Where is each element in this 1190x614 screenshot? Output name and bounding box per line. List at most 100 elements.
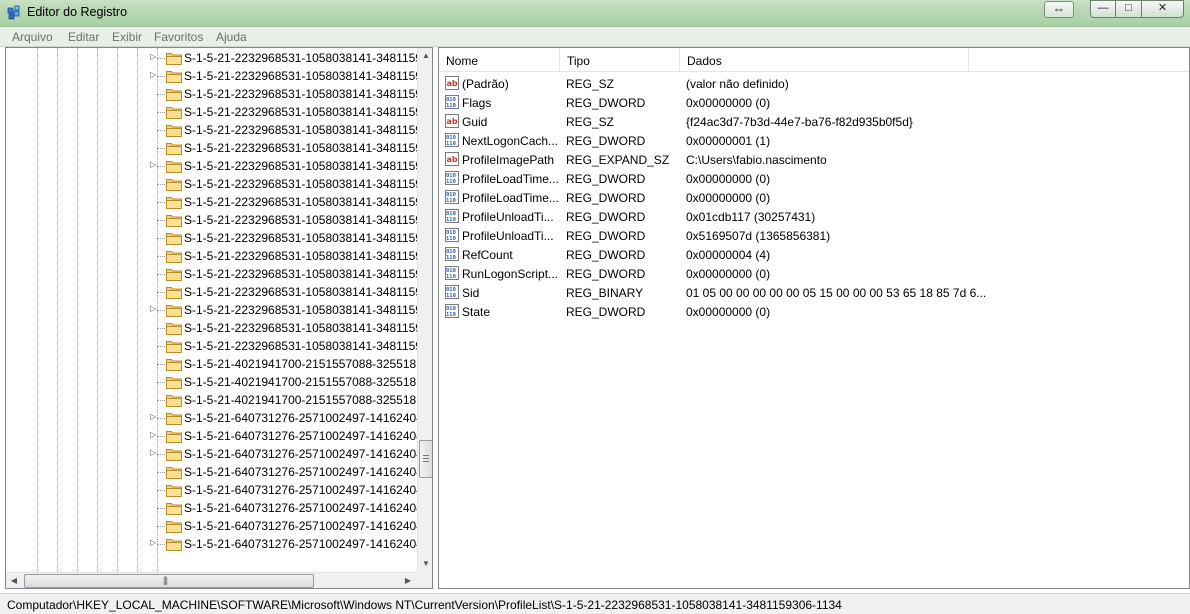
value-type: REG_BINARY: [566, 286, 644, 300]
horizontal-scroll-thumb[interactable]: |||: [24, 574, 314, 588]
tree-item[interactable]: ▷ S-1-5-21-2232968531-1058038141-34811593…: [6, 301, 417, 319]
tree-item-label: S-1-5-21-2232968531-1058038141-348115930: [184, 87, 417, 101]
tree-item-label: S-1-5-21-2232968531-1058038141-348115930: [184, 339, 417, 353]
tree-item[interactable]: S-1-5-21-2232968531-1058038141-348115930: [6, 265, 417, 283]
expand-arrow-icon[interactable]: ▷: [150, 304, 156, 313]
menu-exibir[interactable]: Exibir: [112, 30, 142, 44]
string-value-icon: ab: [445, 76, 459, 90]
tree-item[interactable]: S-1-5-21-2232968531-1058038141-348115930: [6, 247, 417, 265]
tree-horizontal-scrollbar[interactable]: ◀ ||| ▶: [6, 572, 417, 588]
tree-item[interactable]: S-1-5-21-640731276-2571002497-1416240469: [6, 481, 417, 499]
expand-arrow-icon[interactable]: ▷: [150, 538, 156, 547]
menu-ajuda[interactable]: Ajuda: [216, 30, 247, 44]
value-row[interactable]: 010 110 NextLogonCach... REG_DWORD 0x0000000…: [439, 131, 1189, 150]
value-row[interactable]: ab Guid REG_SZ {f24ac3d7-7b3d-44e7-ba76-f82…: [439, 112, 1189, 131]
tree-item[interactable]: S-1-5-21-640731276-2571002497-1416240469: [6, 463, 417, 481]
minimize-button[interactable]: —: [1090, 0, 1116, 18]
scroll-up-arrow-icon[interactable]: ▲: [418, 48, 432, 64]
tree-item[interactable]: ▷ S-1-5-21-2232968531-1058038141-34811593…: [6, 49, 417, 67]
tree-item[interactable]: ▷ S-1-5-21-640731276-2571002497-141624046…: [6, 409, 417, 427]
scroll-right-arrow-icon[interactable]: ▶: [400, 573, 416, 588]
maximize-button[interactable]: □: [1115, 0, 1142, 18]
tree-item[interactable]: S-1-5-21-4021941700-2151557088-325518172: [6, 355, 417, 373]
value-row[interactable]: 010 110 ProfileUnloadTi... REG_DWORD 0x01cdb…: [439, 207, 1189, 226]
tree-item[interactable]: ▷ S-1-5-21-640731276-2571002497-141624046…: [6, 535, 417, 553]
tree-item-label: S-1-5-21-640731276-2571002497-1416240469: [184, 465, 417, 479]
tree-item[interactable]: ▷ S-1-5-21-2232968531-1058038141-34811593…: [6, 67, 417, 85]
folder-icon: [166, 465, 182, 479]
expand-arrow-icon[interactable]: ▷: [150, 430, 156, 439]
value-name: RefCount: [462, 248, 513, 262]
folder-icon: [166, 141, 182, 155]
menu-arquivo[interactable]: Arquivo: [12, 30, 53, 44]
value-row[interactable]: 010 110 State REG_DWORD 0x00000000 (0): [439, 302, 1189, 321]
scroll-left-arrow-icon[interactable]: ◀: [6, 573, 22, 588]
tree-item[interactable]: S-1-5-21-2232968531-1058038141-348115930: [6, 103, 417, 121]
tree-connector-line: [157, 202, 165, 203]
value-row[interactable]: 010 110 Flags REG_DWORD 0x00000000 (0): [439, 93, 1189, 112]
menu-editar[interactable]: Editar: [68, 30, 99, 44]
resize-arrows-icon[interactable]: ⇔: [1044, 1, 1074, 18]
tree-item[interactable]: S-1-5-21-640731276-2571002497-1416240469: [6, 499, 417, 517]
folder-icon: [166, 267, 182, 281]
scroll-grip-line: [423, 455, 429, 456]
tree-item[interactable]: S-1-5-21-2232968531-1058038141-348115930: [6, 337, 417, 355]
scroll-down-arrow-icon[interactable]: ▼: [418, 556, 432, 572]
value-data: (valor não definido): [686, 77, 789, 91]
tree-connector-line: [157, 328, 165, 329]
tree-item[interactable]: S-1-5-21-2232968531-1058038141-348115930: [6, 211, 417, 229]
value-row[interactable]: 010 110 ProfileUnloadTi... REG_DWORD 0x51695…: [439, 226, 1189, 245]
tree-item[interactable]: S-1-5-21-2232968531-1058038141-348115930: [6, 193, 417, 211]
expand-arrow-icon[interactable]: ▷: [150, 160, 156, 169]
folder-icon: [166, 339, 182, 353]
key-tree-pane[interactable]: ▷ S-1-5-21-2232968531-1058038141-34811593…: [5, 47, 433, 589]
value-row[interactable]: 010 110 RunLogonScript... REG_DWORD 0x000000…: [439, 264, 1189, 283]
tree-item[interactable]: ▷ S-1-5-21-2232968531-1058038141-34811593…: [6, 157, 417, 175]
folder-icon: [166, 123, 182, 137]
tree-item[interactable]: S-1-5-21-2232968531-1058038141-348115930: [6, 283, 417, 301]
value-data: C:\Users\fabio.nascimento: [686, 153, 827, 167]
value-row[interactable]: ab (Padrão) REG_SZ (valor não definido): [439, 74, 1189, 93]
expand-arrow-icon[interactable]: ▷: [150, 70, 156, 79]
value-row[interactable]: 010 110 ProfileLoadTime... REG_DWORD 0x00000…: [439, 188, 1189, 207]
value-data: 0x00000000 (0): [686, 267, 771, 281]
value-row[interactable]: 010 110 ProfileLoadTime... REG_DWORD 0x00000…: [439, 169, 1189, 188]
value-row[interactable]: ab ProfileImagePath REG_EXPAND_SZ C:\Users\…: [439, 150, 1189, 169]
column-header-type[interactable]: Tipo: [560, 48, 680, 72]
binary-value-icon: 010 110: [445, 285, 459, 299]
tree-item[interactable]: ▷ S-1-5-21-640731276-2571002497-141624046…: [6, 427, 417, 445]
value-row[interactable]: 010 110 Sid REG_BINARY 01 05 00 00 00 00 00 …: [439, 283, 1189, 302]
tree-item[interactable]: ▷ S-1-5-21-640731276-2571002497-141624046…: [6, 445, 417, 463]
tree-connector-line: [157, 238, 165, 239]
values-list-pane[interactable]: Nome Tipo Dados ab (Padrão) REG_SZ (valor n…: [438, 47, 1190, 589]
tree-item-label: S-1-5-21-4021941700-2151557088-325518172: [184, 375, 417, 389]
vertical-scroll-thumb[interactable]: [419, 440, 432, 478]
tree-item[interactable]: S-1-5-21-4021941700-2151557088-325518172: [6, 391, 417, 409]
value-name: ProfileImagePath: [462, 153, 555, 167]
tree-item[interactable]: S-1-5-21-2232968531-1058038141-348115930: [6, 319, 417, 337]
tree-vertical-scrollbar[interactable]: ▲ ▼: [417, 48, 432, 572]
tree-item-label: S-1-5-21-2232968531-1058038141-348115930: [184, 177, 417, 191]
expand-arrow-icon[interactable]: ▷: [150, 412, 156, 421]
value-row[interactable]: 010 110 RefCount REG_DWORD 0x00000004 (4): [439, 245, 1189, 264]
column-header-name[interactable]: Nome: [439, 48, 560, 72]
tree-item[interactable]: S-1-5-21-2232968531-1058038141-348115930: [6, 85, 417, 103]
binary-value-icon: 010 110: [445, 190, 459, 204]
value-data: 0x00000000 (0): [686, 191, 771, 205]
expand-arrow-icon[interactable]: ▷: [150, 448, 156, 457]
value-data: 0x00000004 (4): [686, 248, 771, 262]
tree-item[interactable]: S-1-5-21-2232968531-1058038141-348115930: [6, 229, 417, 247]
tree-connector-line: [157, 526, 165, 527]
column-header-data[interactable]: Dados: [680, 48, 969, 72]
value-name: ProfileUnloadTi...: [462, 229, 554, 243]
tree-item[interactable]: S-1-5-21-4021941700-2151557088-325518172: [6, 373, 417, 391]
tree-item[interactable]: S-1-5-21-640731276-2571002497-1416240469: [6, 517, 417, 535]
menu-favoritos[interactable]: Favoritos: [154, 30, 203, 44]
tree-item[interactable]: S-1-5-21-2232968531-1058038141-348115930: [6, 121, 417, 139]
tree-item[interactable]: S-1-5-21-2232968531-1058038141-348115930: [6, 139, 417, 157]
tree-item-label: S-1-5-21-2232968531-1058038141-348115930: [184, 51, 417, 65]
tree-item[interactable]: S-1-5-21-2232968531-1058038141-348115930: [6, 175, 417, 193]
close-button[interactable]: ✕: [1141, 0, 1184, 18]
binary-value-icon: 010 110: [445, 209, 459, 223]
expand-arrow-icon[interactable]: ▷: [150, 52, 156, 61]
